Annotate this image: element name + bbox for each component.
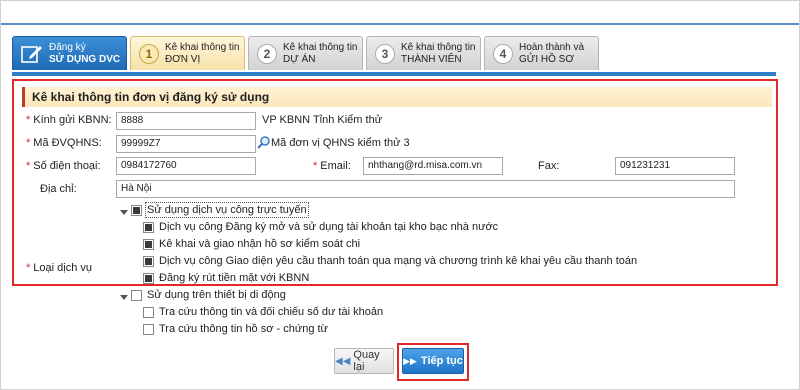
- step-number: 1: [139, 43, 159, 64]
- email-field[interactable]: nhthang@rd.misa.com.vn: [363, 157, 503, 175]
- phone-label: * Số điện thoại:: [26, 160, 101, 172]
- dvqhns-label-text: Mã ĐVQHNS:: [33, 137, 102, 149]
- dvqhns-label: * Mã ĐVQHNS:: [26, 137, 102, 149]
- mobile-services-label: Sử dụng trên thiết bị di động: [147, 289, 286, 301]
- phone-label-text: Số điện thoại:: [33, 160, 101, 172]
- kbnn-label-text: Kính gửi KBNN:: [33, 114, 112, 126]
- top-divider: [0, 23, 800, 25]
- back-button-label: Quay lại: [353, 349, 380, 373]
- step-submit[interactable]: 4 Hoàn thành và GỬI HỒ SƠ: [484, 36, 599, 70]
- mobile-service-label: Tra cứu thông tin hồ sơ - chứng từ: [159, 323, 328, 335]
- service-type-label-text: Loại dịch vụ: [33, 262, 92, 274]
- step-number: 2: [257, 43, 277, 64]
- service-checkbox[interactable]: [143, 222, 154, 233]
- section-title: Kê khai thông tin đơn vị đăng ký sử dụng: [22, 87, 772, 107]
- step-line1: Kê khai thông tin: [283, 41, 358, 53]
- step-line1: Hoàn thành và: [519, 41, 585, 53]
- address-label: Địa chỉ:: [40, 183, 77, 195]
- online-services-checkbox[interactable]: [131, 205, 142, 216]
- service-checkbox[interactable]: [143, 273, 154, 284]
- expand-arrow-icon[interactable]: [120, 210, 128, 215]
- double-right-arrow-icon: ▶▶: [403, 355, 417, 366]
- back-button[interactable]: ◀◀ Quay lại: [334, 348, 394, 374]
- dvqhns-name: Mã đơn vị QHNS kiểm thử 3: [271, 137, 410, 149]
- step-unit-info[interactable]: 1 Kê khai thông tin ĐƠN VỊ: [130, 36, 245, 70]
- kbnn-field[interactable]: 8888: [116, 112, 256, 130]
- step-line1: Kê khai thông tin: [401, 41, 476, 53]
- kbnn-label: * Kính gửi KBNN:: [26, 114, 112, 126]
- step-line1: Đăng ký: [49, 41, 86, 53]
- service-label: Đăng ký rút tiền mặt với KBNN: [159, 272, 310, 284]
- steps-underline: [12, 72, 776, 76]
- wizard-steps: Đăng ký SỬ DỤNG DVC 1 Kê khai thông tin …: [12, 36, 602, 72]
- next-button-label: Tiếp tục: [420, 355, 463, 367]
- email-label-text: Email:: [320, 160, 351, 172]
- email-label: * Email:: [313, 160, 351, 172]
- kbnn-name: VP KBNN Tỉnh Kiểm thử: [262, 114, 383, 126]
- step-number: 4: [493, 43, 513, 64]
- address-field[interactable]: Hà Nội: [116, 180, 735, 198]
- online-services-label: Sử dụng dịch vụ công trực tuyến: [145, 202, 309, 218]
- mobile-services-checkbox[interactable]: [131, 290, 142, 301]
- service-checkbox[interactable]: [143, 239, 154, 250]
- pencil-icon: [21, 44, 43, 64]
- service-checkbox[interactable]: [143, 256, 154, 267]
- service-label: Dịch vụ công Giao diện yêu cầu thanh toá…: [159, 255, 638, 267]
- step-line2: SỬ DỤNG DVC: [49, 53, 121, 65]
- service-type-label: * Loại dịch vụ: [26, 262, 92, 274]
- dvqhns-field[interactable]: 99999Z7: [116, 135, 256, 153]
- step-project-info[interactable]: 2 Kê khai thông tin DỰ ÁN: [248, 36, 363, 70]
- step-line2: THÀNH VIÊN: [401, 53, 462, 65]
- step-line2: ĐƠN VỊ: [165, 53, 201, 65]
- search-icon[interactable]: [257, 135, 271, 149]
- step-line2: DỰ ÁN: [283, 53, 316, 65]
- step-member-info[interactable]: 3 Kê khai thông tin THÀNH VIÊN: [366, 36, 481, 70]
- phone-field[interactable]: 0984172760: [116, 157, 256, 175]
- fax-label: Fax:: [538, 160, 560, 172]
- service-label: Dịch vụ công Đăng ký mở và sử dụng tài k…: [159, 221, 499, 233]
- next-button[interactable]: ▶▶ Tiếp tục: [402, 348, 464, 374]
- service-label: Kê khai và giao nhận hồ sơ kiểm soát chi: [159, 238, 361, 250]
- step-line1: Kê khai thông tin: [165, 41, 240, 53]
- expand-arrow-icon[interactable]: [120, 295, 128, 300]
- double-left-arrow-icon: ◀◀: [335, 355, 351, 367]
- mobile-service-checkbox[interactable]: [143, 307, 154, 318]
- mobile-service-checkbox[interactable]: [143, 324, 154, 335]
- step-line2: GỬI HỒ SƠ: [519, 53, 574, 65]
- fax-field[interactable]: 091231231: [615, 157, 735, 175]
- step-register[interactable]: Đăng ký SỬ DỤNG DVC: [12, 36, 127, 70]
- mobile-service-label: Tra cứu thông tin và đối chiếu số dư tài…: [159, 306, 384, 318]
- step-number: 3: [375, 43, 395, 64]
